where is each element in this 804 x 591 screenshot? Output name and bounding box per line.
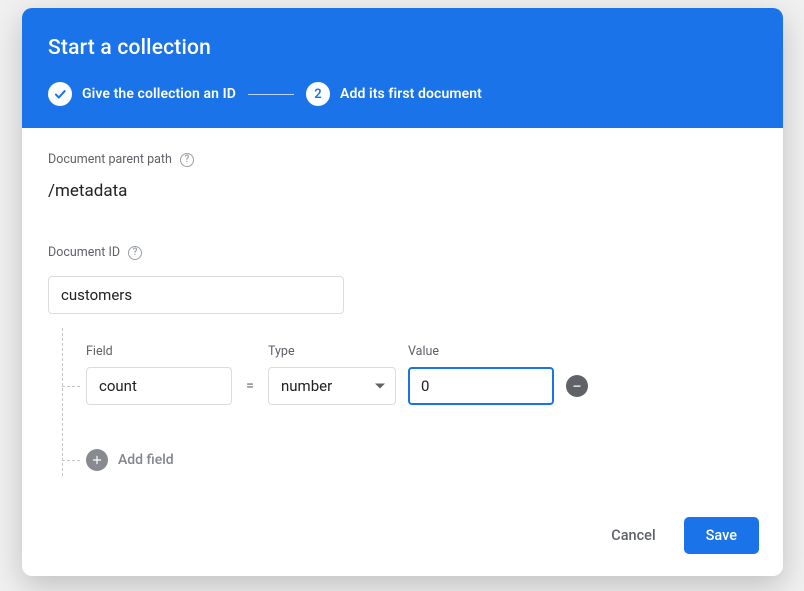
start-collection-modal: Start a collection Give the collection a… bbox=[22, 8, 783, 576]
step-2[interactable]: 2 Add its first document bbox=[306, 82, 482, 106]
column-field-label: Field bbox=[86, 344, 232, 359]
remove-field-button[interactable] bbox=[566, 375, 588, 397]
field-value-input[interactable] bbox=[408, 367, 554, 405]
chevron-down-icon bbox=[375, 384, 385, 389]
step-connector bbox=[248, 94, 294, 95]
minus-icon bbox=[571, 380, 583, 392]
cancel-button[interactable]: Cancel bbox=[607, 519, 659, 552]
add-field-label: Add field bbox=[118, 452, 174, 468]
plus-icon bbox=[86, 449, 108, 471]
modal-header: Start a collection Give the collection a… bbox=[22, 8, 783, 128]
equals-sign: = bbox=[244, 378, 256, 394]
column-value-label: Value bbox=[408, 344, 554, 359]
step-1[interactable]: Give the collection an ID bbox=[48, 82, 236, 106]
parent-path-value: /metadata bbox=[48, 181, 757, 201]
step-label: Add its first document bbox=[340, 86, 482, 102]
modal-body: Document parent path ? /metadata Documen… bbox=[22, 128, 783, 503]
document-id-label: Document ID bbox=[48, 245, 120, 260]
help-icon[interactable]: ? bbox=[180, 153, 194, 167]
parent-path-label-row: Document parent path ? bbox=[48, 152, 757, 167]
fields-tree: Field Type Value = number bbox=[62, 328, 757, 471]
modal-title: Start a collection bbox=[48, 36, 757, 60]
field-name-input[interactable] bbox=[86, 367, 232, 405]
stepper: Give the collection an ID 2 Add its firs… bbox=[48, 82, 757, 106]
help-icon[interactable]: ? bbox=[128, 246, 142, 260]
field-row: Field Type Value = number bbox=[62, 328, 757, 405]
tree-branch bbox=[62, 386, 80, 387]
add-field-button[interactable]: Add field bbox=[62, 449, 757, 471]
modal-footer: Cancel Save bbox=[22, 503, 783, 576]
field-type-select[interactable]: number bbox=[268, 367, 396, 405]
check-icon bbox=[48, 82, 72, 106]
save-button[interactable]: Save bbox=[684, 517, 759, 554]
tree-branch bbox=[62, 460, 80, 461]
document-id-input[interactable] bbox=[48, 276, 344, 314]
step-number: 2 bbox=[306, 82, 330, 106]
document-id-label-row: Document ID ? bbox=[48, 245, 757, 260]
parent-path-label: Document parent path bbox=[48, 152, 172, 167]
field-type-value: number bbox=[281, 377, 332, 395]
column-type-label: Type bbox=[268, 344, 396, 359]
step-label: Give the collection an ID bbox=[82, 86, 236, 102]
